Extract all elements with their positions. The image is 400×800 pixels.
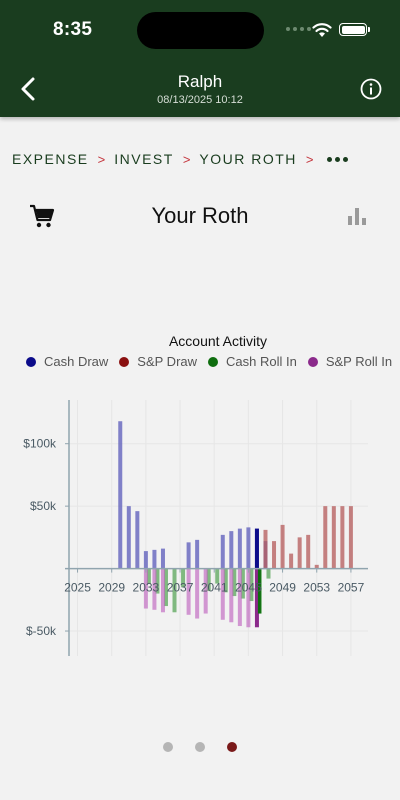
x-tick-label: 2049: [269, 581, 296, 595]
chart-title: Account Activity: [168, 333, 268, 349]
header-subtitle: 08/13/2025 10:12: [157, 94, 243, 106]
legend-swatch: [208, 356, 219, 367]
bar-cash-draw-2045: [246, 527, 251, 569]
legend-label: S&P Draw: [137, 354, 198, 369]
x-tick-label: 2045: [235, 581, 262, 595]
page-indicator: [163, 742, 237, 752]
bar-cash-draw-2033: [143, 551, 148, 569]
x-tick-label: 2033: [133, 581, 160, 595]
bar-s-p-roll-in-2039: [195, 568, 200, 619]
bar-chart-icon[interactable]: [347, 206, 367, 226]
x-tick-label: 2057: [338, 581, 365, 595]
bar-s-p-roll-in-2043: [229, 568, 234, 623]
bar-s-p-draw-2057: [348, 506, 353, 569]
y-tick-label: $100k: [23, 437, 57, 451]
y-tick-label: $-50k: [26, 624, 57, 638]
x-tick-label: 2029: [98, 581, 125, 595]
legend-swatch: [307, 356, 318, 367]
x-tick-label: 2041: [201, 581, 228, 595]
legend-swatch: [119, 356, 130, 367]
header-title-block: Ralph 08/13/2025 10:12: [100, 72, 300, 106]
status-time: 8:35: [53, 19, 93, 40]
bar-s-p-draw-2051: [297, 537, 302, 569]
bar-selected-cash-draw: [254, 528, 259, 569]
signal-icon: [286, 27, 311, 31]
breadcrumb-invest[interactable]: INVEST: [114, 151, 174, 167]
bar-s-p-roll-in-2044: [237, 568, 242, 627]
x-tick-label: 2053: [303, 581, 330, 595]
bar-s-p-draw-2047: [263, 529, 268, 569]
legend-label: Cash Draw: [44, 354, 109, 369]
legend-item-sp-draw[interactable]: S&P Draw: [119, 354, 197, 369]
chart-legend: Cash Draw S&P Draw Cash Roll In S&P Roll…: [26, 354, 400, 369]
legend-item-cash-draw[interactable]: Cash Draw: [26, 354, 108, 369]
legend-item-cash-roll-in[interactable]: Cash Roll In: [208, 354, 297, 369]
account-activity-chart[interactable]: 2025 2029 2033 2037 2041 2045 2049 2053 2057 $100…: [0, 380, 400, 680]
bar-s-p-draw-2049: [280, 524, 285, 569]
battery-icon: [339, 23, 370, 36]
page-title: Your Roth: [151, 203, 249, 228]
info-button[interactable]: [360, 78, 382, 100]
bar-s-p-draw-2048: [272, 541, 277, 569]
bar-cash-draw-2039: [195, 539, 200, 569]
bar-s-p-draw-2055: [331, 506, 336, 569]
bar-cash-draw-2043: [229, 531, 234, 569]
legend-swatch: [26, 356, 36, 367]
page-dot[interactable]: [195, 742, 205, 752]
dynamic-island: [137, 12, 264, 49]
y-tick-label: $50k: [30, 499, 57, 513]
breadcrumb-your-roth[interactable]: YOUR ROTH: [199, 151, 297, 167]
bar-s-p-draw-2052: [306, 534, 311, 569]
app-header: 8:35 Ralph 08/13/2025 10:12: [0, 0, 400, 117]
breadcrumb-more-icon[interactable]: [326, 156, 348, 162]
bar-cash-roll-in-2047: [266, 568, 271, 579]
breadcrumb-separator: >: [97, 151, 106, 167]
legend-item-sp-roll-in[interactable]: S&P Roll In: [307, 354, 393, 369]
x-tick-label: 2037: [167, 581, 194, 595]
bar-s-p-roll-in-2035: [160, 568, 165, 613]
bar-cash-draw-2034: [152, 549, 157, 569]
bar-cash-draw-2038: [186, 542, 191, 569]
bar-s-p-draw-2050: [289, 553, 294, 569]
wifi-icon: [312, 23, 332, 37]
bar-s-p-draw-2054: [323, 506, 328, 569]
breadcrumb: EXPENSE > INVEST > YOUR ROTH >: [12, 151, 348, 167]
bar-cash-draw-2035: [160, 548, 165, 569]
bar-s-p-draw-2056: [340, 506, 345, 569]
bar-cash-draw-2031: [126, 506, 131, 569]
bar-cash-draw-2032: [135, 511, 140, 569]
breadcrumb-expense[interactable]: EXPENSE: [12, 151, 89, 167]
x-tick-label: 2025: [64, 581, 91, 595]
page-dot[interactable]: [163, 742, 173, 752]
header-title: Ralph: [177, 72, 223, 91]
back-button[interactable]: [18, 76, 40, 102]
breadcrumb-separator: >: [182, 151, 191, 167]
breadcrumb-separator: >: [305, 151, 314, 167]
shopping-cart-icon[interactable]: [29, 203, 55, 229]
bar-s-p-roll-in-2045: [246, 568, 251, 628]
bar-cash-draw-2044: [237, 528, 242, 569]
legend-label: S&P Roll In: [325, 354, 393, 369]
legend-label: Cash Roll In: [226, 354, 297, 369]
bar-cash-draw-2042: [220, 534, 225, 569]
page-dot-active[interactable]: [227, 742, 237, 752]
bar-cash-draw-2030: [118, 421, 123, 569]
